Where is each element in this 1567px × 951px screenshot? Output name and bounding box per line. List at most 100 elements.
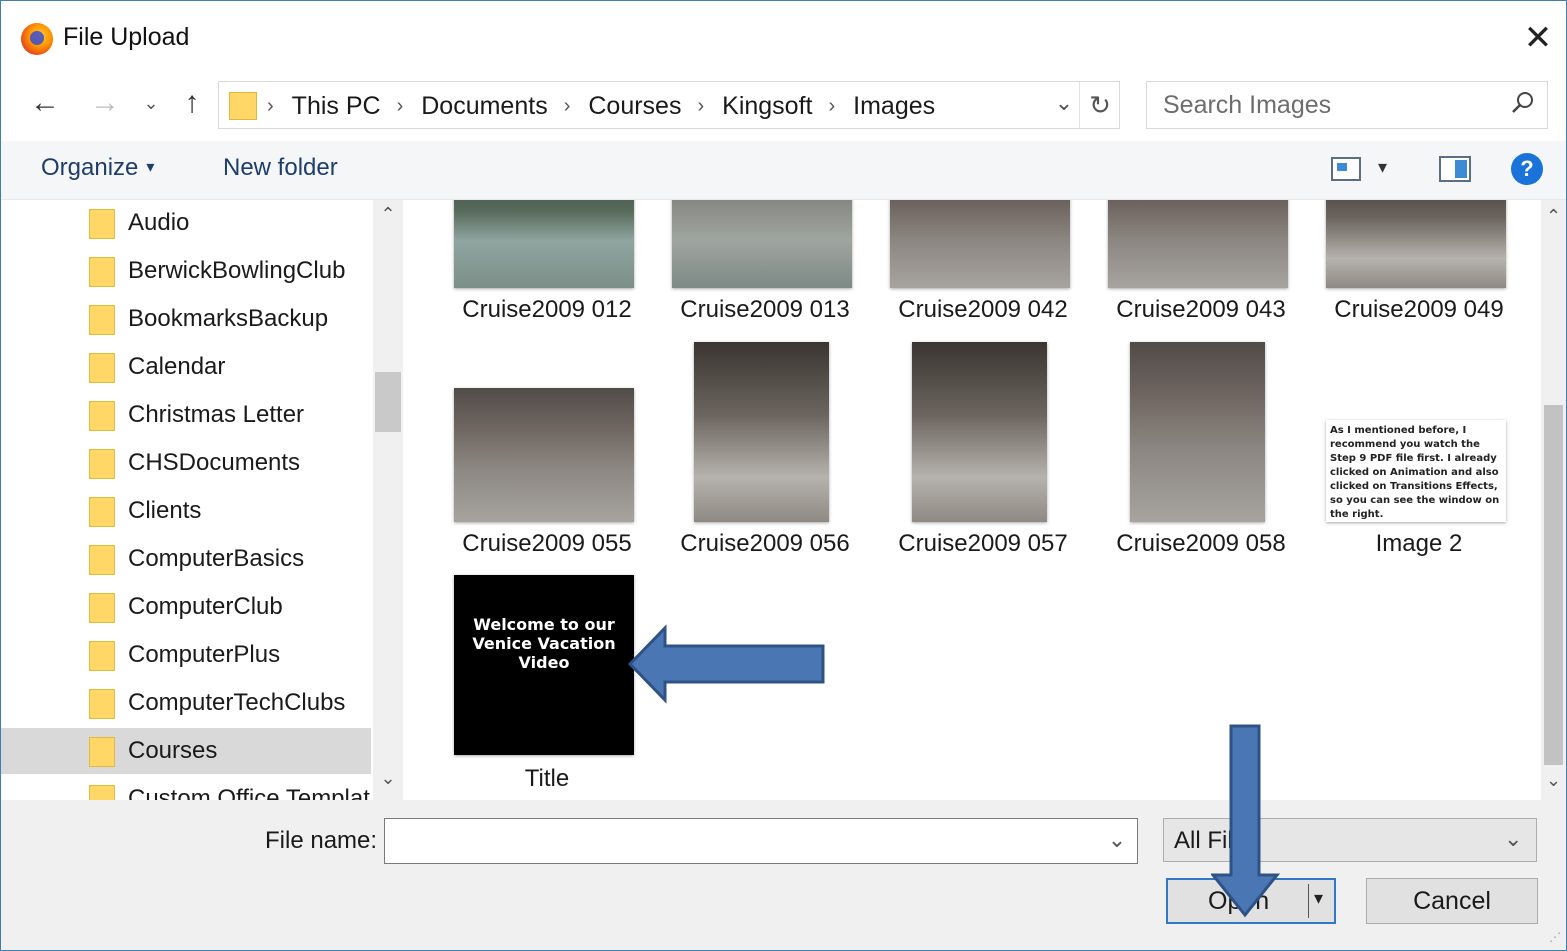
file-name: Cruise2009 056 <box>680 530 850 557</box>
file-tile[interactable]: Cruise2009 057 <box>883 340 1083 570</box>
file-name: Image 2 <box>1375 530 1463 557</box>
folder-item[interactable]: ComputerBasics <box>1 536 371 582</box>
file-name: Title <box>524 765 570 792</box>
firefox-icon <box>21 23 53 55</box>
file-upload-dialog: File Upload ✕ ← → ⌄ ↑ › This PC › Docume… <box>0 0 1567 951</box>
chevron-down-icon[interactable]: ⌄ <box>1504 826 1522 852</box>
back-button[interactable]: ← <box>27 85 63 121</box>
chevron-down-icon[interactable]: ⌄ <box>1051 90 1077 120</box>
file-tile[interactable]: Cruise2009 058 <box>1101 340 1301 570</box>
annotation-arrow-left <box>627 624 825 704</box>
help-icon[interactable]: ? <box>1511 153 1543 185</box>
folder-item[interactable]: Clients <box>1 488 371 534</box>
image-thumbnail <box>672 200 852 288</box>
annotation-arrow-down <box>1211 724 1281 918</box>
file-tile[interactable]: Cruise2009 055 <box>447 340 647 570</box>
folder-item[interactable]: ComputerPlus <box>1 632 371 678</box>
breadcrumb-documents[interactable]: Documents <box>421 92 547 121</box>
file-name: Cruise2009 012 <box>462 296 632 323</box>
breadcrumb-courses[interactable]: Courses <box>588 92 681 121</box>
bottom-panel: File name: ⌄ All Fil ⌄ Open ▾ Cancel ⋰ <box>1 800 1566 950</box>
folder-item[interactable]: Custom Office Templat <box>1 776 371 800</box>
split-divider <box>1308 884 1309 918</box>
folder-icon <box>89 641 115 671</box>
folder-icon <box>89 497 115 527</box>
scroll-down-icon[interactable]: ⌄ <box>373 768 403 798</box>
chevron-right-icon[interactable]: › <box>564 95 571 118</box>
dialog-title: File Upload <box>63 23 190 51</box>
folder-item[interactable]: BookmarksBackup <box>1 296 371 342</box>
navigation-bar: ← → ⌄ ↑ › This PC › Documents › Courses … <box>1 73 1566 135</box>
navigation-pane: Audio BerwickBowlingClub BookmarksBackup Ca… <box>1 200 403 800</box>
chevron-right-icon[interactable]: › <box>697 95 704 118</box>
file-name: Cruise2009 042 <box>898 296 1068 323</box>
folder-label: Calendar <box>128 353 226 380</box>
scroll-down-icon[interactable]: ⌄ <box>1541 770 1566 791</box>
refresh-icon[interactable]: ↻ <box>1079 82 1120 128</box>
chevron-right-icon: › <box>267 94 274 117</box>
nav-scrollbar[interactable]: ⌃ ⌄ <box>373 200 403 800</box>
preview-pane-icon[interactable] <box>1439 156 1471 182</box>
resize-grip-icon[interactable]: ⋰ <box>1549 930 1562 944</box>
folder-label: BookmarksBackup <box>128 305 329 332</box>
folder-icon <box>89 689 115 719</box>
file-name: Cruise2009 057 <box>898 530 1068 557</box>
folder-item[interactable]: ComputerClub <box>1 584 371 630</box>
folder-label: BerwickBowlingClub <box>128 257 346 284</box>
image-thumbnail <box>1326 200 1506 288</box>
scroll-up-icon[interactable]: ⌃ <box>373 204 403 234</box>
folder-item[interactable]: Calendar <box>1 344 371 390</box>
folder-item[interactable]: ComputerTechClubs <box>1 680 371 726</box>
folder-icon <box>89 401 115 431</box>
file-tile[interactable]: Cruise2009 056 <box>665 340 865 570</box>
title-thumbnail: Welcome to our Venice Vacation Video <box>454 575 634 755</box>
folder-label: Clients <box>128 497 202 524</box>
file-tile[interactable]: As I mentioned before, I recommend you w… <box>1319 340 1519 570</box>
chevron-right-icon[interactable]: › <box>828 95 835 118</box>
folder-item[interactable]: BerwickBowlingClub <box>1 248 371 294</box>
folder-icon <box>89 593 115 623</box>
folder-item[interactable]: Courses <box>1 728 371 774</box>
open-dropdown-icon[interactable]: ▾ <box>1314 888 1323 909</box>
address-bar[interactable]: › This PC › Documents › Courses › Kingso… <box>218 81 1120 129</box>
file-name-input[interactable]: ⌄ <box>384 818 1138 864</box>
file-tile[interactable]: Welcome to our Venice Vacation Video Tit… <box>447 575 647 800</box>
search-box[interactable]: Search Images <box>1146 81 1548 129</box>
image-thumbnail <box>890 200 1070 288</box>
folder-label: Custom Office Templat <box>128 785 370 800</box>
folder-label: ComputerPlus <box>128 641 281 668</box>
chevron-down-icon[interactable]: ⌄ <box>1103 827 1131 853</box>
scroll-thumb[interactable] <box>375 372 401 432</box>
image-thumbnail <box>1130 342 1265 522</box>
file-name-label: File name: <box>265 827 378 854</box>
folder-icon <box>89 545 115 575</box>
image-thumbnail <box>454 388 634 522</box>
scroll-thumb[interactable] <box>1544 405 1563 765</box>
folder-label: ComputerClub <box>128 593 283 620</box>
scroll-up-icon[interactable]: ⌃ <box>1541 206 1566 227</box>
file-name: Cruise2009 013 <box>680 296 850 323</box>
content-scrollbar[interactable]: ⌃ ⌄ <box>1541 200 1566 800</box>
up-button[interactable]: ↑ <box>176 85 208 121</box>
breadcrumb-images[interactable]: Images <box>853 92 935 121</box>
file-grid: Cruise2009 012 Cruise2009 013 Cruise2009… <box>403 200 1541 800</box>
forward-button[interactable]: → <box>87 85 123 121</box>
close-button[interactable]: ✕ <box>1515 15 1561 61</box>
cancel-button[interactable]: Cancel <box>1366 878 1538 924</box>
folder-item[interactable]: Christmas Letter <box>1 392 371 438</box>
breadcrumb: › This PC › Documents › Courses › Kingso… <box>267 89 951 123</box>
recent-locations-button[interactable]: ⌄ <box>139 85 163 121</box>
folder-label: Christmas Letter <box>128 401 305 428</box>
search-icon[interactable] <box>1509 90 1537 118</box>
new-folder-button[interactable]: New folder <box>223 154 338 182</box>
folder-item[interactable]: CHSDocuments <box>1 440 371 486</box>
image-thumbnail <box>694 342 829 522</box>
folder-item[interactable]: Audio <box>1 200 371 246</box>
search-input[interactable]: Search Images <box>1163 91 1331 120</box>
caret-down-icon[interactable]: ▾ <box>1378 157 1387 178</box>
breadcrumb-this-pc[interactable]: This PC <box>292 92 381 121</box>
change-view-icon[interactable] <box>1331 157 1361 181</box>
organize-button[interactable]: Organize ▾ <box>41 154 154 182</box>
breadcrumb-kingsoft[interactable]: Kingsoft <box>722 92 812 121</box>
chevron-right-icon[interactable]: › <box>397 95 404 118</box>
